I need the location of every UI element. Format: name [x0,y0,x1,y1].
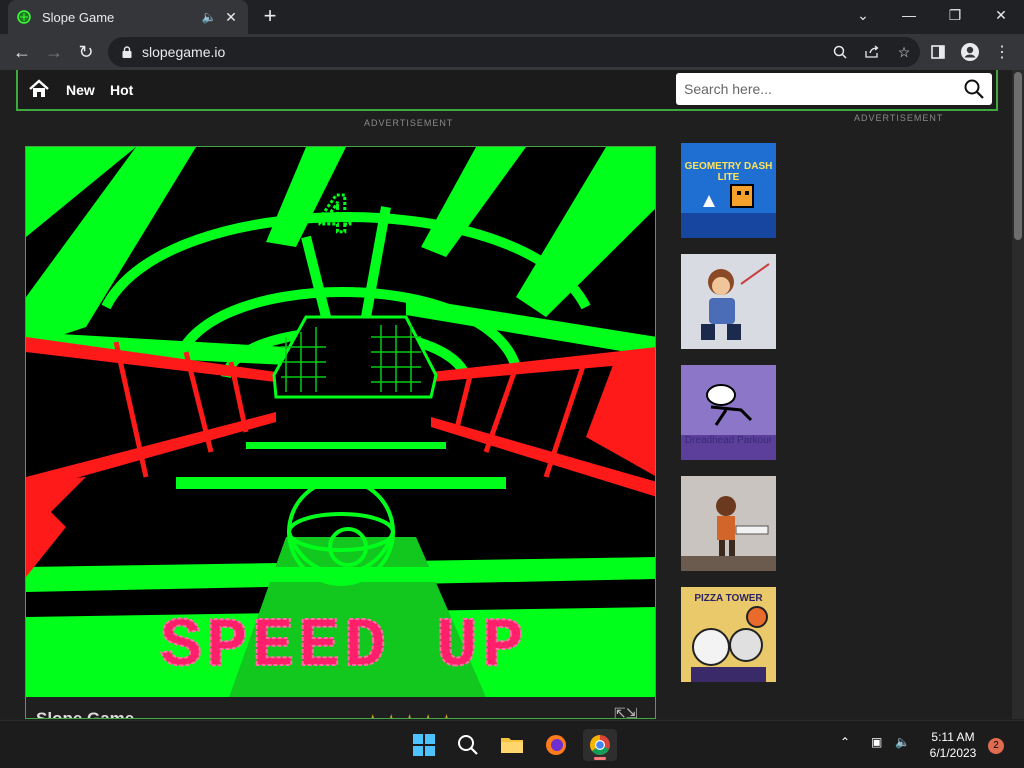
thumb-label-dreadhead: Dreadhead Parkour [684,435,773,446]
game-thumb-pizza-tower[interactable]: PIZZA TOWER [681,587,776,682]
game-title: Slope Game [36,709,135,719]
nav-link-hot[interactable]: Hot [110,82,133,98]
slope-tunnel-scene[interactable]: 4 SPEED UP [26,147,656,719]
tab-strip: Slope Game 🔈 ✕ + ⌄ — ❐ ✕ [0,0,1024,34]
game-canvas[interactable]: 4 SPEED UP Slope Game ★★★★★ ⇱⇲ [25,146,656,719]
network-icon[interactable]: ▣ [871,735,882,749]
game-info-bar: Slope Game ★★★★★ ⇱⇲ [26,697,655,719]
game-thumb-dreadhead-parkour[interactable]: Dreadhead Parkour [681,365,776,460]
site-search-box [676,73,992,105]
share-icon[interactable] [856,37,888,67]
tab-title: Slope Game [42,9,115,25]
back-button[interactable]: ← [10,40,34,64]
notification-badge[interactable]: 2 [988,738,1004,754]
zoom-search-icon[interactable] [824,37,856,67]
thumb-label-geometry-dash: GEOMETRY DASH LITE [684,161,773,183]
firefox-icon [546,735,566,755]
url-text[interactable]: slopegame.io [142,44,824,60]
side-panel-icon[interactable] [926,40,950,64]
active-app-indicator [594,757,606,760]
browser-menu-icon[interactable]: ⋮ [990,40,1014,64]
score-readout: 4 [318,185,352,249]
start-button[interactable] [407,729,441,761]
windows-logo-icon [413,734,435,756]
tab-slope-game[interactable]: Slope Game 🔈 ✕ [8,0,248,34]
search-taskbar-button[interactable] [451,729,485,761]
speed-up-text: SPEED UP [160,608,528,687]
bookmark-star-icon[interactable]: ☆ [888,37,920,67]
tab-search-chevron-icon[interactable]: ⌄ [840,0,886,30]
firefox-button[interactable] [539,729,573,761]
lock-icon[interactable] [120,45,134,59]
game-thumb-pixel-adventure[interactable] [681,476,776,571]
ad-label-sidebar: ADVERTISEMENT [854,113,944,123]
profile-icon[interactable] [958,40,982,64]
scrollbar-thumb[interactable] [1014,72,1022,240]
restore-button[interactable]: ❐ [932,0,978,30]
system-clock[interactable]: 5:11 AM 6/1/2023 [918,729,988,761]
site-navbar: New Hot [16,70,998,111]
clock-time: 5:11 AM [931,730,975,744]
window-close-button[interactable]: ✕ [978,0,1024,30]
thumb-label-pizza-tower: PIZZA TOWER [694,593,763,604]
game-thumb-geometry-dash[interactable]: GEOMETRY DASH LITE [681,143,776,238]
new-tab-button[interactable]: + [258,5,282,29]
tab-close-icon[interactable]: ✕ [222,9,240,26]
chrome-icon [590,735,610,755]
tab-audio-icon[interactable]: 🔈 [200,10,218,24]
minimize-button[interactable]: — [886,0,932,30]
slope-favicon-icon [17,10,31,24]
fullscreen-icon[interactable]: ⇱⇲ [614,705,637,718]
reload-button[interactable]: ↻ [74,40,98,64]
taskbar: ⌃ ▣ 🔈 5:11 AM 6/1/2023 2 [0,720,1024,768]
page-scrollbar[interactable] [1012,70,1024,719]
show-hidden-icons-chevron-icon[interactable]: ⌃ [840,735,850,749]
forward-button[interactable]: → [42,40,66,64]
ad-label: ADVERTISEMENT [364,118,454,128]
file-explorer-button[interactable] [495,729,529,761]
taskbar-search-icon [458,735,478,755]
volume-icon[interactable]: 🔈 [895,735,910,749]
nav-link-new[interactable]: New [66,82,95,98]
folder-icon [501,738,523,753]
rating-stars[interactable]: ★★★★★ [366,711,458,718]
home-icon[interactable] [28,79,50,99]
browser-toolbar: ← → ↻ slopegame.io ☆ ⋮ [0,34,1024,70]
search-icon[interactable] [964,79,984,99]
address-bar[interactable]: slopegame.io ☆ [108,37,920,67]
clock-date: 6/1/2023 [929,746,977,760]
page-viewport: New Hot ADVERTISEMENT ADVERTISEMENT [0,70,1012,719]
chrome-button[interactable] [583,729,617,761]
search-input[interactable] [684,81,964,97]
game-thumb-jetpack-joyride[interactable] [681,254,776,349]
